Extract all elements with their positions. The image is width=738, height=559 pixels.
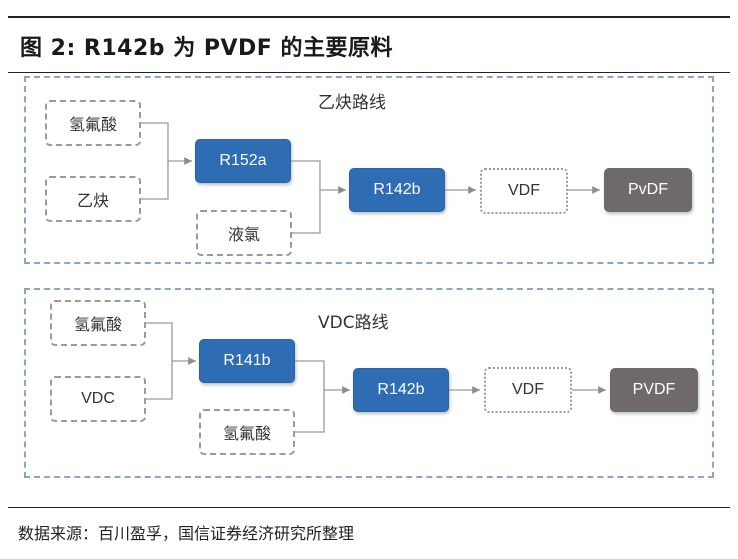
- liquid-chlorine-input: 液氯: [196, 210, 292, 256]
- vdf-node: VDF: [480, 168, 568, 214]
- r142b-node-2: R142b: [353, 368, 449, 412]
- pvdf-node: PvDF: [604, 168, 692, 212]
- bottom-divider: [8, 507, 730, 508]
- r152a-node: R152a: [195, 139, 291, 183]
- figure-title: 图 2: R142b 为 PVDF 的主要原料: [20, 36, 393, 61]
- hydrofluoric-acid-input: 氢氟酸: [45, 100, 141, 146]
- acetylene-route-title: 乙炔路线: [318, 93, 386, 113]
- figure-title-bar: 图 2: R142b 为 PVDF 的主要原料: [8, 16, 730, 73]
- pvdf-node-2: PVDF: [610, 368, 698, 412]
- acetylene-input: 乙炔: [45, 176, 141, 222]
- hydrofluoric-acid-input-2: 氢氟酸: [50, 300, 146, 346]
- vdc-input: VDC: [50, 376, 146, 422]
- r141b-node: R141b: [199, 339, 295, 383]
- source-note: 数据来源：百川盈孚，国信证券经济研究所整理: [18, 524, 355, 543]
- vdf-node-2: VDF: [484, 367, 572, 413]
- hydrofluoric-acid-side-input: 氢氟酸: [199, 409, 295, 455]
- r142b-node: R142b: [349, 168, 445, 212]
- vdc-route-title: VDC路线: [318, 313, 389, 333]
